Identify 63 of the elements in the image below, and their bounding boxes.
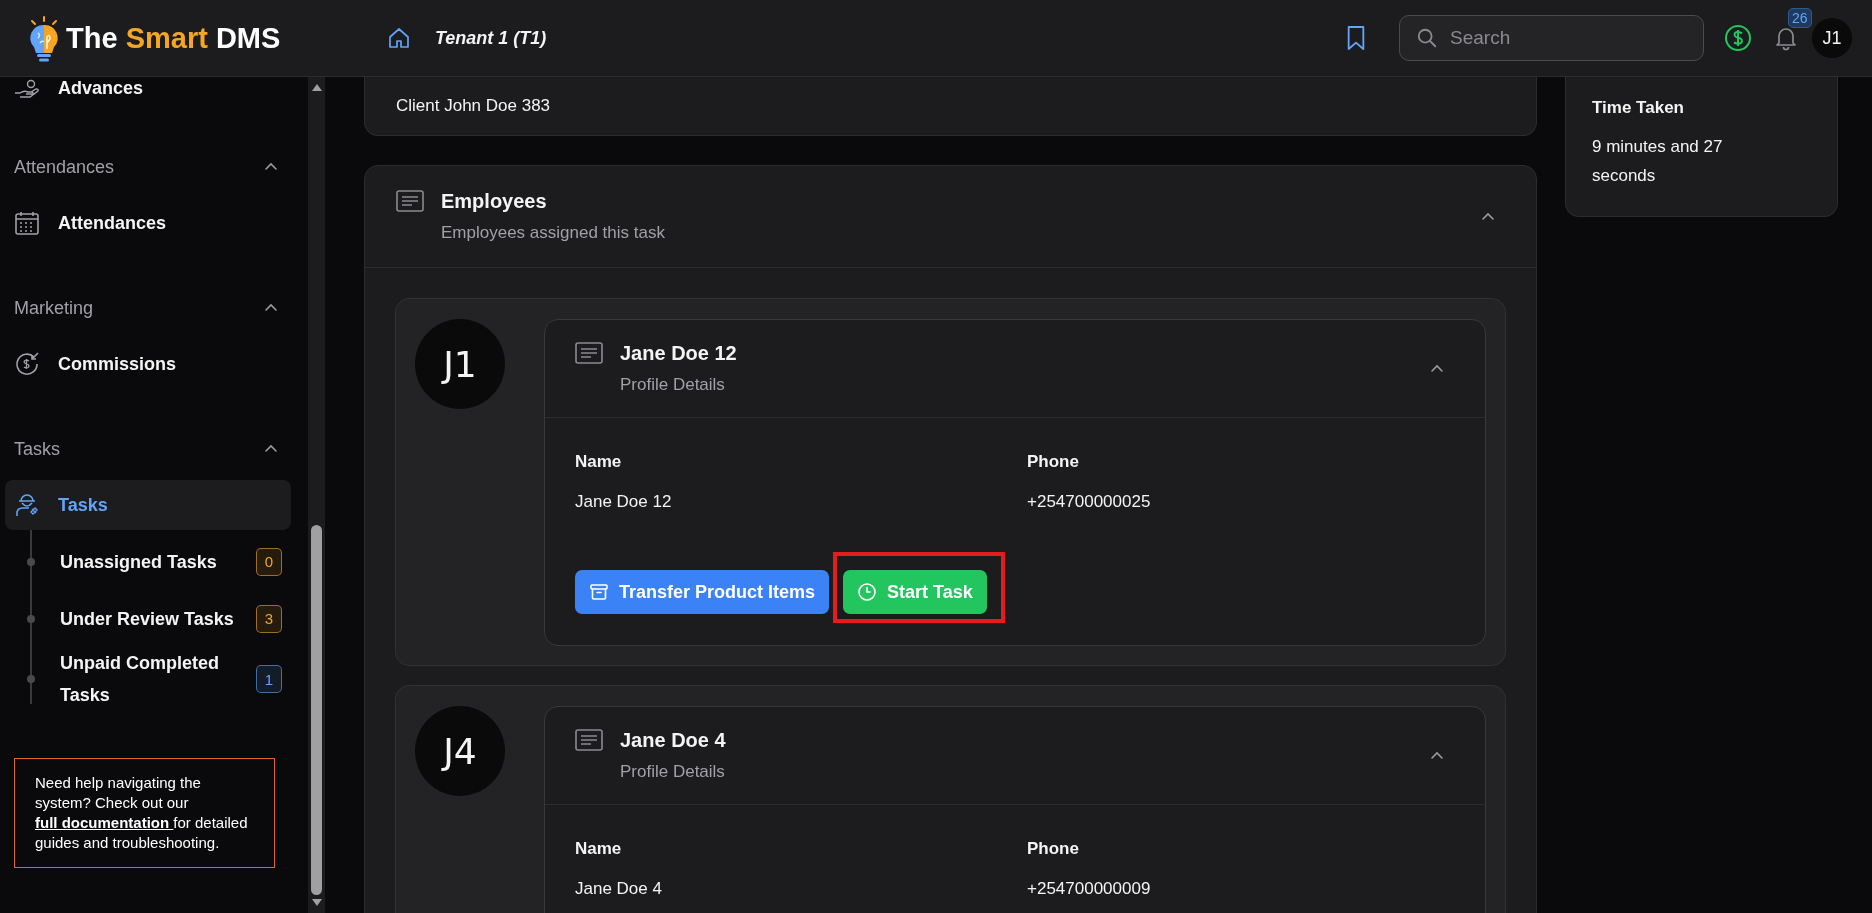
- employee-avatar: J4: [415, 706, 505, 796]
- bell-icon[interactable]: [1774, 25, 1798, 51]
- nav-item[interactable]: Advances: [58, 78, 144, 99]
- logo-word: The: [66, 21, 118, 54]
- field-value: +254700000009: [1027, 879, 1152, 899]
- count-badge: 0: [256, 547, 282, 576]
- logo-word: DMS: [215, 21, 281, 54]
- document-icon: [396, 190, 424, 212]
- section-title: Marketing: [14, 297, 94, 319]
- help-text: Need help navigating the system? Check out our full documentation for detailed guides and troubleshooting.: [35, 773, 249, 853]
- nav-item[interactable]: Attendances: [5, 198, 291, 248]
- field-label: Phone: [1027, 452, 1080, 472]
- field-value: Jane Doe 12: [575, 492, 673, 512]
- section-title: Tasks: [14, 438, 60, 460]
- document-icon: [575, 729, 603, 751]
- tree-node-dot: [27, 557, 35, 566]
- search-input[interactable]: Search: [1448, 26, 1652, 50]
- tree-node-dot: [27, 614, 35, 623]
- card-title: Time Taken: [1592, 98, 1685, 118]
- clock-icon: [857, 582, 878, 602]
- section-title: Attendances: [14, 156, 115, 178]
- nav-subitem[interactable]: Under Review Tasks: [60, 602, 256, 635]
- count-badge: 1: [256, 665, 282, 693]
- employee-name: Jane Doe 12: [620, 342, 738, 365]
- card-subtitle: Profile Details: [620, 375, 726, 395]
- nav-subitem[interactable]: Unpaid Completed Tasks: [60, 647, 256, 711]
- logo-word: Smart: [125, 21, 208, 54]
- notification-badge: 26: [1788, 8, 1812, 28]
- archive-icon: [589, 582, 609, 602]
- field-label: Phone: [1027, 839, 1080, 859]
- card-subtitle: Employees assigned this task: [441, 223, 666, 243]
- document-icon: [575, 342, 603, 364]
- home-icon[interactable]: [387, 26, 411, 50]
- time-value: 9 minutes and 27 seconds: [1592, 136, 1724, 187]
- scroll-up-arrow-icon[interactable]: [311, 83, 322, 91]
- search-bar[interactable]: Search: [1399, 15, 1704, 61]
- documentation-link[interactable]: full documentation: [35, 814, 174, 831]
- field-value: Jane Doe 4: [575, 879, 663, 899]
- field-value: +254700000025: [1027, 492, 1152, 512]
- employee-avatar: J1: [415, 319, 505, 409]
- user-avatar[interactable]: J1: [1812, 18, 1852, 58]
- worker-icon: [14, 492, 40, 518]
- field-label: Name: [575, 452, 623, 472]
- dollar-icon[interactable]: [1724, 24, 1752, 52]
- scrollbar[interactable]: [308, 77, 325, 913]
- nav-item[interactable]: Tasks: [5, 480, 291, 530]
- nav-item[interactable]: Commissions: [5, 339, 291, 389]
- client-name: Client John Doe 383: [396, 96, 551, 116]
- scroll-down-arrow-icon[interactable]: [311, 899, 322, 907]
- search-icon: [1416, 27, 1438, 49]
- transfer-button[interactable]: Transfer Product Items: [575, 570, 830, 614]
- tenant-name: Tenant 1 (T1): [435, 27, 547, 49]
- card-subtitle: Profile Details: [620, 762, 726, 782]
- nav-subitem[interactable]: Unassigned Tasks: [60, 545, 256, 578]
- tree-node-dot: [27, 675, 35, 683]
- hand-coin-icon: [14, 79, 40, 99]
- bookmark-icon[interactable]: [1345, 25, 1367, 51]
- employee-name: Jane Doe 4: [620, 729, 727, 752]
- coin-arrow-icon: [14, 351, 40, 377]
- count-badge: 3: [256, 604, 282, 633]
- calendar-icon: [14, 210, 40, 236]
- card-title: Employees: [441, 190, 548, 213]
- field-label: Name: [575, 839, 623, 859]
